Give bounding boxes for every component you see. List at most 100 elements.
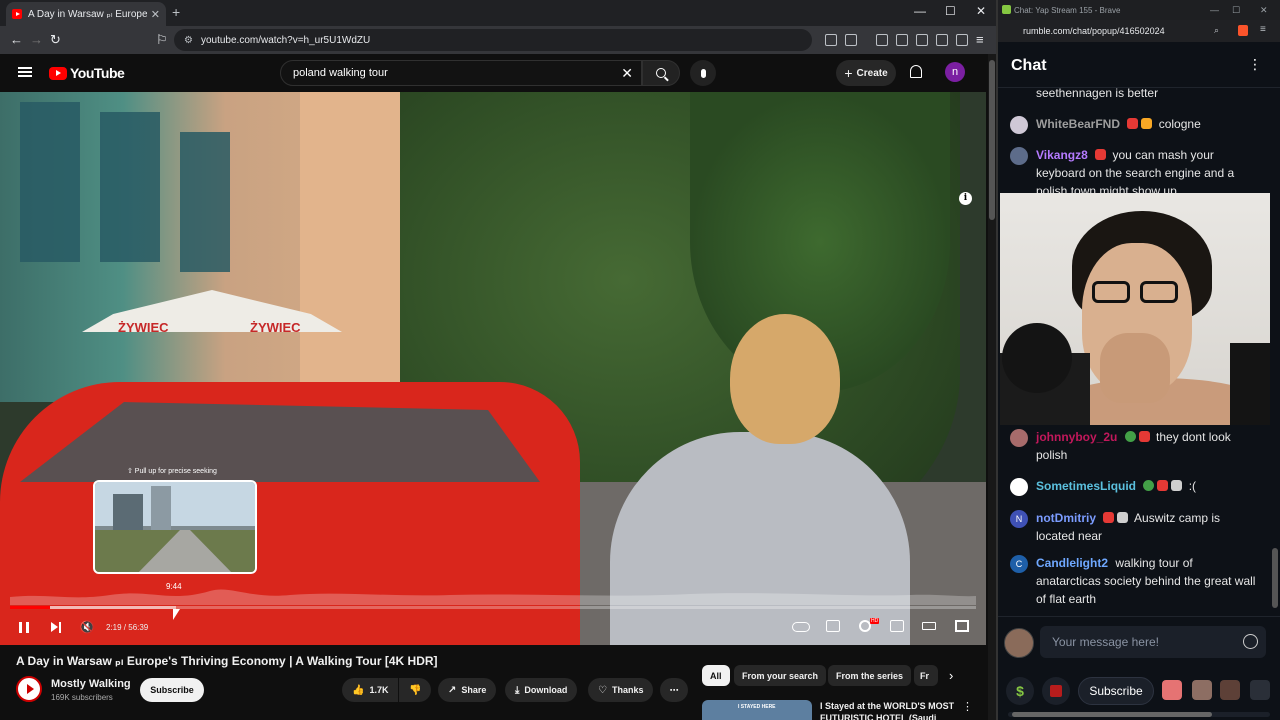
chip-truncated[interactable]: Fr <box>914 665 938 686</box>
recommended-menu-icon[interactable]: ⋮ <box>962 700 973 713</box>
maximize-button[interactable]: ☐ <box>1232 5 1240 16</box>
recommended-thumbnail[interactable] <box>702 700 812 720</box>
message-username[interactable]: WhiteBearFND <box>1036 117 1120 131</box>
chat-options-icon[interactable]: ⋮ <box>1248 56 1262 73</box>
youtube-browser-window: A Day in Warsaw ₚₗ Europe's Thriving ✕ +… <box>0 0 996 720</box>
badge-icon <box>1127 118 1139 129</box>
user-avatar[interactable] <box>1010 147 1028 165</box>
vpn-icon[interactable] <box>956 34 968 46</box>
minimize-button[interactable]: — <box>1210 5 1219 15</box>
chip-from-the-series[interactable]: From the series <box>828 665 912 686</box>
chat-url-bar[interactable]: rumble.com/chat/popup/416502024 ⌕ ≡ <box>998 20 1280 42</box>
channel-name[interactable]: Mostly Walking <box>51 678 131 690</box>
bookmark-icon[interactable]: ⚐ <box>156 32 168 48</box>
leo-icon[interactable] <box>936 34 948 46</box>
notifications-bell-icon[interactable] <box>910 65 922 78</box>
message-username[interactable]: johnnyboy_2u <box>1036 430 1117 444</box>
user-avatar[interactable]: C <box>1010 555 1028 573</box>
user-avatar[interactable] <box>1010 429 1028 447</box>
user-avatar[interactable] <box>1010 478 1028 496</box>
emote-icon[interactable] <box>1220 680 1240 700</box>
forward-button[interactable]: → <box>30 32 43 47</box>
like-count: 1.7K <box>369 685 389 695</box>
next-button[interactable] <box>48 618 64 636</box>
recommended-title[interactable]: I Stayed at the WORLD'S MOST FUTURISTIC … <box>820 700 960 720</box>
emote-icon[interactable] <box>1192 680 1212 700</box>
emote-icon[interactable] <box>1162 680 1182 700</box>
emote-scrollbar[interactable] <box>1008 712 1270 717</box>
dislike-button[interactable]: 👎 <box>399 678 431 702</box>
chevron-right-icon[interactable]: › <box>949 668 953 683</box>
mute-button[interactable]: 🔇 <box>78 618 96 636</box>
like-button[interactable]: 👍 1.7K <box>342 678 398 702</box>
progress-bar[interactable] <box>10 606 976 609</box>
chat-message-input[interactable]: Your message here! <box>1040 626 1266 658</box>
url-field[interactable]: ⚙ youtube.com/watch?v=h_ur5U1WdZU <box>174 29 812 51</box>
close-window-button[interactable]: ✕ <box>976 4 986 18</box>
sidebar-icon[interactable] <box>896 34 908 46</box>
chat-message: johnnyboy_2u they dont look polish <box>1010 428 1260 464</box>
wallet-icon[interactable] <box>916 34 928 46</box>
message-username[interactable]: SometimesLiquid <box>1036 479 1136 493</box>
miniplayer-icon[interactable] <box>890 620 904 632</box>
message-username[interactable]: Candlelight2 <box>1036 556 1108 570</box>
chat-input-placeholder: Your message here! <box>1052 635 1159 649</box>
menu-hamburger-icon[interactable] <box>18 67 32 77</box>
search-button[interactable] <box>642 60 680 86</box>
user-avatar[interactable]: N <box>1010 510 1028 528</box>
subscriber-count: 169K subscribers <box>51 693 113 702</box>
subtitles-icon[interactable] <box>826 620 840 632</box>
search-input[interactable]: poland walking tour ✕ <box>280 60 642 86</box>
message-username[interactable]: notDmitriy <box>1036 511 1096 525</box>
emoji-smiley-icon[interactable] <box>1243 634 1258 649</box>
chip-all[interactable]: All <box>702 665 730 686</box>
minimize-button[interactable]: — <box>914 4 926 18</box>
badge-icon <box>1103 512 1115 523</box>
media-icon[interactable] <box>876 34 888 46</box>
account-avatar[interactable]: n <box>945 62 965 82</box>
my-avatar[interactable] <box>1004 628 1034 658</box>
maximize-button[interactable]: ☐ <box>945 4 956 18</box>
extension-icon[interactable] <box>845 34 857 46</box>
chip-from-your-search[interactable]: From your search <box>734 665 827 686</box>
pause-icon <box>19 621 29 633</box>
autoplay-toggle[interactable] <box>792 622 810 632</box>
emote-icon[interactable] <box>1250 680 1270 700</box>
menu-icon[interactable]: ≡ <box>1260 24 1266 35</box>
new-tab-button[interactable]: + <box>172 4 180 20</box>
back-button[interactable]: ← <box>10 32 23 47</box>
site-info-icon[interactable]: ⚙ <box>184 35 193 46</box>
clear-search-icon[interactable]: ✕ <box>621 65 633 82</box>
rumble-subscribe-button[interactable]: Subscribe <box>1078 677 1154 705</box>
zoom-icon[interactable]: ⌕ <box>1214 25 1219 36</box>
subscribe-button[interactable]: Subscribe <box>140 678 204 702</box>
page-scrollbar[interactable] <box>988 54 996 720</box>
pause-button[interactable] <box>16 618 32 636</box>
time-display: 2:19 / 56:39 <box>106 623 149 632</box>
create-button[interactable]: + Create <box>836 60 896 86</box>
more-actions-button[interactable]: ⋯ <box>660 678 688 702</box>
brave-shield-icon[interactable] <box>1238 25 1248 36</box>
thanks-button[interactable]: ♡ Thanks <box>588 678 654 702</box>
close-window-button[interactable]: ✕ <box>1260 5 1268 16</box>
thanks-heart-icon: ♡ <box>598 684 607 696</box>
share-button[interactable]: ↗ Share <box>438 678 497 702</box>
theater-mode-icon[interactable] <box>922 622 936 630</box>
reload-button[interactable]: ↻ <box>50 32 61 48</box>
menu-icon[interactable]: ≡ <box>976 32 984 47</box>
chat-scrollbar[interactable] <box>1270 88 1280 613</box>
video-scene-building-orange <box>300 92 410 402</box>
user-avatar[interactable] <box>1010 116 1028 134</box>
tab-close-icon[interactable]: ✕ <box>151 8 160 21</box>
extension-icon[interactable] <box>825 34 837 46</box>
tab-youtube[interactable]: A Day in Warsaw ₚₗ Europe's Thriving ✕ <box>6 2 166 26</box>
channel-avatar[interactable] <box>16 676 42 702</box>
download-button[interactable]: ⤓ Download <box>505 678 578 702</box>
fullscreen-icon[interactable] <box>955 620 969 632</box>
voice-search-button[interactable] <box>690 60 716 86</box>
info-icon[interactable]: i <box>959 192 972 205</box>
rant-dollar-icon[interactable]: $ <box>1006 677 1034 705</box>
gift-icon[interactable] <box>1042 677 1070 705</box>
message-username[interactable]: Vikangz8 <box>1036 148 1088 162</box>
youtube-logo[interactable]: YouTube <box>49 65 125 81</box>
